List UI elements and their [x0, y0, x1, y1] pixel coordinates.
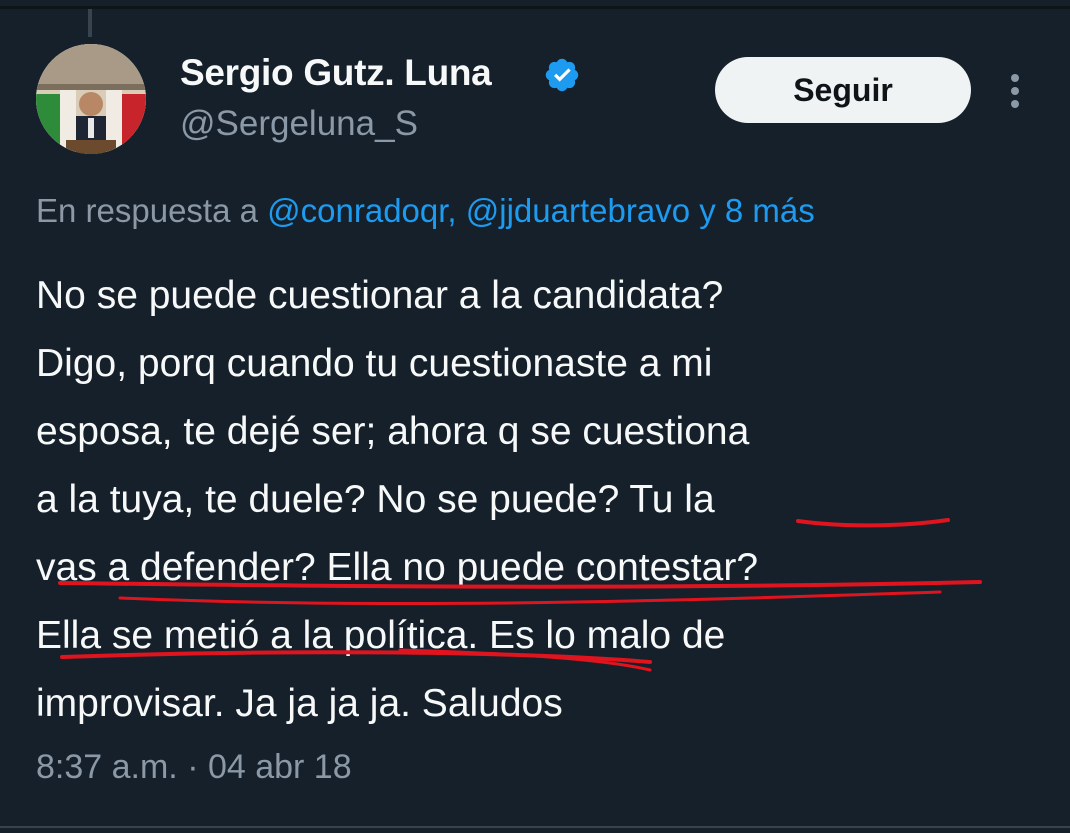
avatar-image: [36, 44, 146, 154]
thread-connector-line: [88, 9, 92, 37]
author-handle[interactable]: @Sergeluna_S: [180, 104, 418, 144]
top-divider: [0, 6, 1070, 9]
avatar[interactable]: [36, 44, 146, 154]
reply-context: En respuesta a @conradoqr, @jjduartebrav…: [36, 192, 815, 230]
more-vertical-icon[interactable]: [1004, 70, 1026, 112]
tweet-timestamp[interactable]: 8:37 a.m. · 04 abr 18: [36, 748, 352, 787]
reply-prefix: En respuesta a: [36, 192, 268, 229]
bottom-divider: [0, 826, 1070, 828]
follow-button[interactable]: Seguir: [715, 57, 971, 123]
author-display-name[interactable]: Sergio Gutz. Luna: [180, 52, 492, 94]
reply-mentions-link[interactable]: @conradoqr, @jjduartebravo y 8 más: [267, 192, 815, 229]
verified-badge-icon: [545, 58, 579, 92]
tweet-text: No se puede cuestionar a la candidata? D…: [36, 274, 759, 725]
